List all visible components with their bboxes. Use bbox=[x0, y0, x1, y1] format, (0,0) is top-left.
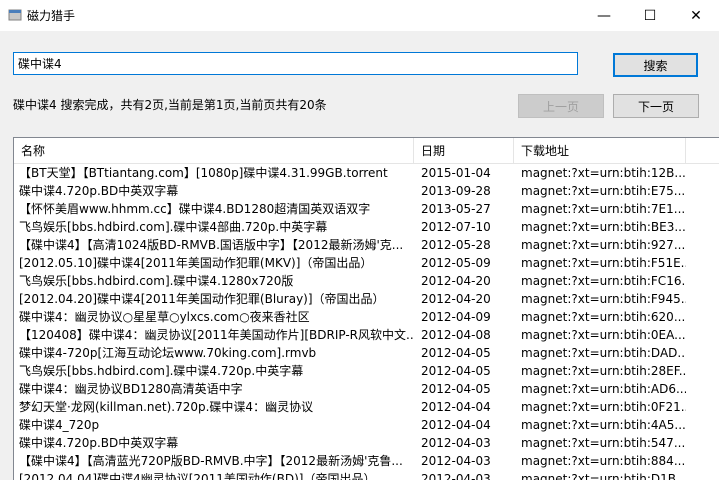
cell-link: magnet:?xt=urn:btih:884... bbox=[521, 454, 686, 468]
cell-date: 2012-04-03 bbox=[421, 454, 491, 468]
cell-name: 碟中谍4.720p.BD中英双字幕 bbox=[19, 436, 179, 450]
column-header-link[interactable]: 下载地址 bbox=[514, 138, 686, 163]
cell-link: magnet:?xt=urn:btih:12B... bbox=[521, 166, 686, 180]
cell-date: 2012-04-08 bbox=[421, 328, 491, 342]
close-button[interactable]: ✕ bbox=[673, 0, 719, 31]
cell-link: magnet:?xt=urn:btih:E75... bbox=[521, 184, 686, 198]
table-row[interactable]: 碟中谍4：幽灵协议○星星草○ylxcs.com○夜来香社区 2012-04-09 m… bbox=[14, 308, 719, 326]
table-row[interactable]: 飞鸟娱乐[bbs.hdbird.com].碟中谍4.1280x720版 2012-… bbox=[14, 272, 719, 290]
cell-date: 2015-01-04 bbox=[421, 166, 491, 180]
maximize-button[interactable]: ☐ bbox=[627, 0, 673, 31]
cell-date: 2012-04-05 bbox=[421, 364, 491, 378]
cell-date: 2013-05-27 bbox=[421, 202, 491, 216]
cell-name: 梦幻天堂·龙网(killman.net).720p.碟中谍4：幽灵协议 bbox=[19, 400, 314, 414]
table-header: 名称 日期 下载地址 bbox=[14, 138, 719, 164]
cell-date: 2012-04-05 bbox=[421, 346, 491, 360]
cell-date: 2012-04-04 bbox=[421, 418, 491, 432]
cell-name: 碟中谍4：幽灵协议BD1280高清英语中字 bbox=[19, 382, 243, 396]
cell-link: magnet:?xt=urn:btih:DAD... bbox=[521, 346, 686, 360]
table-body: 【BT天堂】【BTtiantang.com】[1080p]碟中谍4.31.99G… bbox=[14, 164, 719, 480]
table-row[interactable]: 【120408】碟中谍4：幽灵协议[2011年美国动作片][BDRIP-R风软中… bbox=[14, 326, 719, 344]
search-button[interactable]: 搜索 bbox=[613, 53, 698, 77]
cell-name: [2012.04.04]碟中谍4幽灵协议[2011美国动作(BD)]（帝国出品） bbox=[19, 472, 376, 480]
table-row[interactable]: 碟中谍4.720p.BD中英双字幕 2013-09-28 magnet:?xt=ur… bbox=[14, 182, 719, 200]
cell-link: magnet:?xt=urn:btih:547... bbox=[521, 436, 686, 450]
status-text: 碟中谍4 搜索完成，共有2页,当前是第1页,当前页共有20条 bbox=[13, 98, 327, 112]
cell-name: 【碟中谍4】【高清蓝光720P版BD-RMVB.中字】【2012最新汤姆'克鲁.… bbox=[19, 454, 403, 468]
cell-link: magnet:?xt=urn:btih:0EA... bbox=[521, 328, 686, 342]
cell-name: [2012.04.20]碟中谍4[2011年美国动作犯罪(Bluray)]（帝国… bbox=[19, 292, 385, 306]
table-row[interactable]: 碟中谍4-720p[江海互动论坛www.70king.com].rmvb 2012… bbox=[14, 344, 719, 362]
table-row[interactable]: [2012.04.20]碟中谍4[2011年美国动作犯罪(Bluray)]（帝国… bbox=[14, 290, 719, 308]
cell-date: 2012-04-09 bbox=[421, 310, 491, 324]
column-header-name[interactable]: 名称 bbox=[14, 138, 414, 163]
table-row[interactable]: 【BT天堂】【BTtiantang.com】[1080p]碟中谍4.31.99G… bbox=[14, 164, 719, 182]
table-row[interactable]: 飞鸟娱乐[bbs.hdbird.com].碟中谍4部曲.720p.中英字幕 201… bbox=[14, 218, 719, 236]
cell-name: 【怀怀美眉www.hhmm.cc】碟中谍4.BD1280超清国英双语双字 bbox=[19, 202, 371, 216]
prev-page-button[interactable]: 上一页 bbox=[518, 94, 604, 118]
cell-link: magnet:?xt=urn:btih:28EF... bbox=[521, 364, 686, 378]
cell-name: 碟中谍4.720p.BD中英双字幕 bbox=[19, 184, 179, 198]
cell-link: magnet:?xt=urn:btih:D1B... bbox=[521, 472, 686, 480]
column-header-date[interactable]: 日期 bbox=[414, 138, 514, 163]
table-row[interactable]: 飞鸟娱乐[bbs.hdbird.com].碟中谍4.720p.中英字幕 2012-… bbox=[14, 362, 719, 380]
title-bar: 磁力猎手 — ☐ ✕ bbox=[0, 0, 719, 31]
cell-name: 飞鸟娱乐[bbs.hdbird.com].碟中谍4部曲.720p.中英字幕 bbox=[19, 220, 328, 234]
cell-date: 2012-04-20 bbox=[421, 274, 491, 288]
cell-date: 2012-04-20 bbox=[421, 292, 491, 306]
minimize-button[interactable]: — bbox=[581, 0, 627, 31]
cell-date: 2013-09-28 bbox=[421, 184, 491, 198]
cell-link: magnet:?xt=urn:btih:FC16... bbox=[521, 274, 686, 288]
table-row[interactable]: 梦幻天堂·龙网(killman.net).720p.碟中谍4：幽灵协议 2012-… bbox=[14, 398, 719, 416]
cell-date: 2012-04-05 bbox=[421, 382, 491, 396]
table-row[interactable]: [2012.04.04]碟中谍4幽灵协议[2011美国动作(BD)]（帝国出品）… bbox=[14, 470, 719, 480]
cell-date: 2012-05-28 bbox=[421, 238, 491, 252]
cell-name: 碟中谍4：幽灵协议○星星草○ylxcs.com○夜来香社区 bbox=[19, 310, 310, 324]
cell-link: magnet:?xt=urn:btih:AD6... bbox=[521, 382, 686, 396]
cell-date: 2012-04-03 bbox=[421, 436, 491, 450]
cell-name: 碟中谍4_720p bbox=[19, 418, 100, 432]
cell-name: [2012.05.10]碟中谍4[2011年美国动作犯罪(MKV)]（帝国出品） bbox=[19, 256, 373, 270]
cell-link: magnet:?xt=urn:btih:620... bbox=[521, 310, 686, 324]
cell-name: 飞鸟娱乐[bbs.hdbird.com].碟中谍4.1280x720版 bbox=[19, 274, 294, 288]
cell-link: magnet:?xt=urn:btih:BE3... bbox=[521, 220, 686, 234]
window-title: 磁力猎手 bbox=[27, 9, 76, 23]
search-input[interactable] bbox=[13, 52, 578, 75]
cell-date: 2012-05-09 bbox=[421, 256, 491, 270]
cell-link: magnet:?xt=urn:btih:927... bbox=[521, 238, 686, 252]
cell-date: 2012-07-10 bbox=[421, 220, 491, 234]
cell-name: 飞鸟娱乐[bbs.hdbird.com].碟中谍4.720p.中英字幕 bbox=[19, 364, 304, 378]
cell-link: magnet:?xt=urn:btih:F945... bbox=[521, 292, 686, 306]
cell-name: 碟中谍4-720p[江海互动论坛www.70king.com].rmvb bbox=[19, 346, 317, 360]
cell-name: 【碟中谍4】【高清1024版BD-RMVB.国语版中字】【2012最新汤姆'克.… bbox=[19, 238, 404, 252]
cell-name: 【BT天堂】【BTtiantang.com】[1080p]碟中谍4.31.99G… bbox=[19, 166, 388, 180]
cell-date: 2012-04-04 bbox=[421, 400, 491, 414]
table-row[interactable]: 碟中谍4.720p.BD中英双字幕 2012-04-03 magnet:?xt=ur… bbox=[14, 434, 719, 452]
table-row[interactable]: 【怀怀美眉www.hhmm.cc】碟中谍4.BD1280超清国英双语双字 2013… bbox=[14, 200, 719, 218]
table-row[interactable]: 碟中谍4：幽灵协议BD1280高清英语中字 2012-04-05 magnet:?x… bbox=[14, 380, 719, 398]
cell-link: magnet:?xt=urn:btih:0F21... bbox=[521, 400, 686, 414]
cell-link: magnet:?xt=urn:btih:4A5... bbox=[521, 418, 686, 432]
cell-link: magnet:?xt=urn:btih:F51E... bbox=[521, 256, 686, 270]
cell-name: 【120408】碟中谍4：幽灵协议[2011年美国动作片][BDRIP-R风软中… bbox=[19, 328, 414, 342]
table-row[interactable]: [2012.05.10]碟中谍4[2011年美国动作犯罪(MKV)]（帝国出品）… bbox=[14, 254, 719, 272]
app-icon bbox=[8, 9, 22, 21]
cell-date: 2012-04-03 bbox=[421, 472, 491, 480]
table-row[interactable]: 【碟中谍4】【高清蓝光720P版BD-RMVB.中字】【2012最新汤姆'克鲁.… bbox=[14, 452, 719, 470]
next-page-button[interactable]: 下一页 bbox=[613, 94, 699, 118]
results-table[interactable]: 名称 日期 下载地址 【BT天堂】【BTtiantang.com】[1080p]… bbox=[13, 137, 719, 480]
cell-link: magnet:?xt=urn:btih:7E1... bbox=[521, 202, 686, 216]
table-row[interactable]: 【碟中谍4】【高清1024版BD-RMVB.国语版中字】【2012最新汤姆'克.… bbox=[14, 236, 719, 254]
table-row[interactable]: 碟中谍4_720p 2012-04-04 magnet:?xt=urn:btih:4… bbox=[14, 416, 719, 434]
